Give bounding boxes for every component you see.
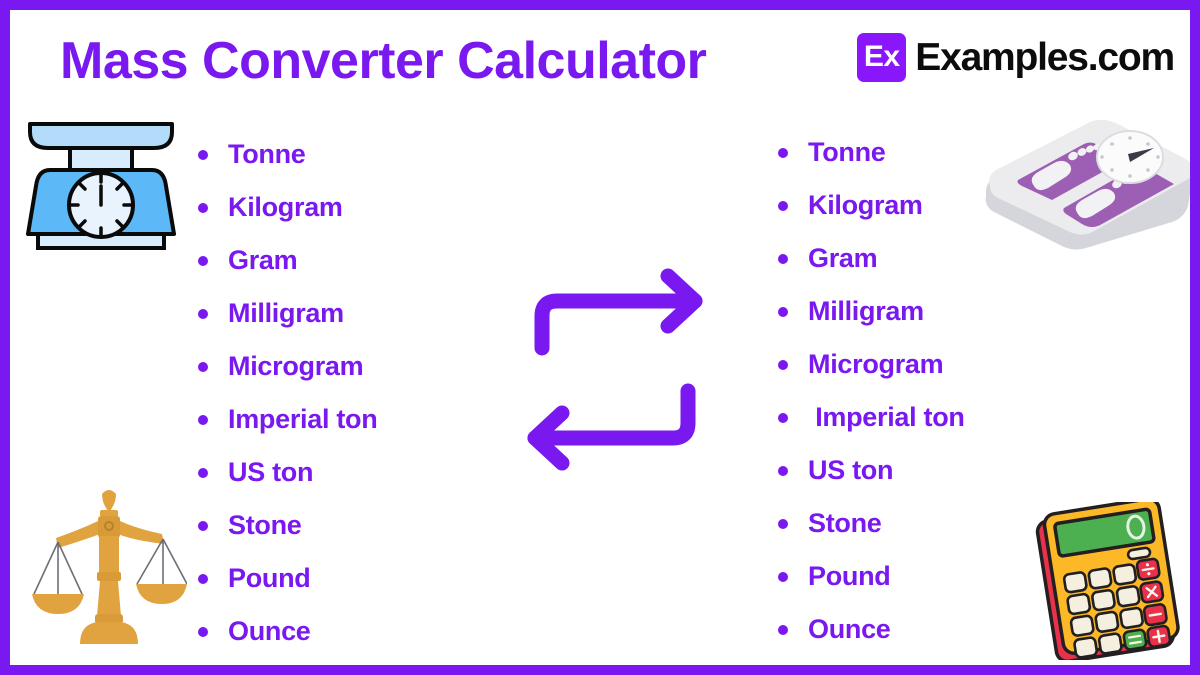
unit-label: Ounce: [808, 614, 891, 644]
convert-arrows: [505, 268, 725, 483]
unit-label: Microgram: [228, 351, 364, 381]
bullet-icon: [198, 626, 208, 637]
unit-label: Tonne: [808, 137, 886, 167]
unit-label: Imperial ton: [228, 404, 378, 434]
list-item: Microgram: [198, 340, 377, 393]
kitchen-scale-icon: [22, 116, 180, 256]
unit-label: Tonne: [228, 139, 306, 169]
brand-mark-icon: Ex: [857, 33, 907, 82]
list-item: Gram: [198, 234, 377, 287]
list-item: Imperial ton: [778, 391, 965, 444]
balance-scale-icon: [32, 490, 188, 650]
calculator-icon: [1018, 497, 1190, 664]
bullet-icon: [778, 412, 788, 423]
unit-label: Milligram: [228, 298, 344, 328]
unit-label: US ton: [228, 457, 314, 487]
list-item: Microgram: [778, 338, 965, 391]
unit-label: Microgram: [808, 349, 944, 379]
list-item: Pound: [198, 552, 377, 605]
list-item: Kilogram: [198, 181, 377, 234]
unit-label: Gram: [808, 243, 878, 273]
unit-label: Stone: [808, 508, 882, 538]
bullet-icon: [198, 520, 208, 531]
list-item: US ton: [778, 444, 965, 497]
bullet-icon: [778, 359, 788, 370]
bullet-icon: [778, 571, 788, 582]
list-item: Stone: [198, 499, 377, 552]
list-item: Ounce: [778, 603, 965, 656]
bathroom-scale-icon: [978, 119, 1190, 252]
arrow-left-icon: [527, 383, 696, 471]
left-unit-list: Tonne Kilogram Gram Milligram Microgram Imper…: [198, 128, 378, 658]
list-item: Milligram: [198, 287, 377, 340]
bullet-icon: [778, 624, 788, 635]
unit-label: Kilogram: [808, 190, 923, 220]
unit-label: Kilogram: [228, 192, 343, 222]
bullet-icon: [198, 202, 208, 213]
list-item: Stone: [778, 497, 965, 550]
right-unit-list: Tonne Kilogram Gram Milligram Microgram Impe…: [778, 126, 965, 656]
mass-converter-infographic: Mass Converter Calculator Ex Examples.co…: [0, 0, 1200, 675]
list-item: US ton: [198, 446, 377, 499]
bullet-icon: [778, 465, 788, 476]
bullet-icon: [198, 149, 208, 160]
list-item: Gram: [778, 232, 965, 285]
unit-label: Pound: [808, 561, 891, 591]
bullet-icon: [198, 255, 208, 266]
header: Mass Converter Calculator Ex Examples.co…: [10, 10, 1190, 110]
arrow-right-icon: [534, 268, 703, 356]
bullet-icon: [198, 414, 208, 425]
list-item: Tonne: [198, 128, 377, 181]
unit-label: Stone: [228, 510, 302, 540]
page-title: Mass Converter Calculator: [60, 32, 707, 90]
bullet-icon: [198, 467, 208, 478]
unit-label: Pound: [228, 563, 311, 593]
brand-logo: Ex Examples.com: [857, 33, 1175, 82]
list-item: Imperial ton: [198, 393, 378, 446]
bullet-icon: [198, 573, 208, 584]
brand-name: Examples.com: [915, 35, 1175, 79]
list-item: Kilogram: [778, 179, 965, 232]
unit-label: US ton: [808, 455, 894, 485]
list-item: Tonne: [778, 126, 965, 179]
bullet-icon: [778, 200, 788, 211]
bullet-icon: [198, 361, 208, 372]
unit-label: Imperial ton: [808, 402, 965, 432]
unit-label: Gram: [228, 245, 298, 275]
bullet-icon: [778, 306, 788, 317]
unit-label: Milligram: [808, 296, 924, 326]
bullet-icon: [778, 518, 788, 529]
bullet-icon: [198, 308, 208, 319]
list-item: Ounce: [198, 605, 377, 658]
list-item: Milligram: [778, 285, 965, 338]
unit-label: Ounce: [228, 616, 311, 646]
list-item: Pound: [778, 550, 965, 603]
bullet-icon: [778, 147, 788, 158]
bullet-icon: [778, 253, 788, 264]
